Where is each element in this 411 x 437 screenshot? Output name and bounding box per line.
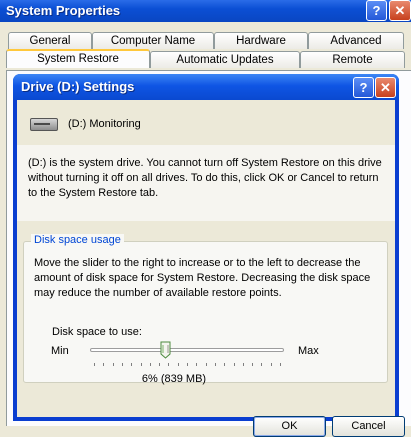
slider-min-label: Min — [51, 345, 69, 357]
disk-space-group: Disk space usage Move the slider to the … — [23, 234, 388, 385]
dialog-body: (D:) Monitoring (D:) is the system drive… — [17, 100, 405, 437]
group-description: Move the slider to the right to increase… — [34, 257, 371, 299]
slider-tick — [234, 363, 235, 366]
ok-button[interactable]: OK — [253, 416, 326, 437]
slider-tick — [271, 363, 272, 366]
outer-title-bar[interactable]: System Properties ? ✕ — [0, 0, 411, 22]
slider-tick — [280, 363, 281, 366]
slider-tick — [243, 363, 244, 366]
disk-space-slider-track[interactable] — [90, 348, 284, 352]
slider-tick — [261, 363, 262, 366]
slider-max-label: Max — [298, 345, 319, 357]
disk-space-value: 6% (839 MB) — [141, 373, 207, 385]
tab-advanced[interactable]: Advanced — [308, 32, 404, 49]
disk-space-label: Disk space to use: — [52, 326, 142, 338]
slider-tick — [252, 363, 253, 366]
slider-tick — [150, 363, 151, 366]
tab-computer-name[interactable]: Computer Name — [92, 32, 214, 49]
dialog-help-button[interactable]: ? — [353, 77, 374, 98]
slider-tick — [94, 363, 95, 366]
slider-tick — [224, 363, 225, 366]
dialog-title-bar[interactable]: Drive (D:) Settings ? ✕ — [13, 74, 399, 100]
tab-system-restore[interactable]: System Restore — [6, 49, 150, 68]
disk-space-slider-thumb[interactable] — [160, 341, 171, 359]
slider-tick — [206, 363, 207, 366]
cancel-button[interactable]: Cancel — [332, 416, 405, 437]
outer-window-title: System Properties — [6, 3, 121, 18]
tab-automatic-updates[interactable]: Automatic Updates — [150, 51, 300, 68]
tab-remote[interactable]: Remote — [300, 51, 405, 68]
slider-tick — [113, 363, 114, 366]
outer-help-button[interactable]: ? — [366, 0, 387, 21]
slider-tick — [141, 363, 142, 366]
slider-tick — [159, 363, 160, 366]
hard-drive-icon — [30, 118, 58, 131]
slider-tick — [178, 363, 179, 366]
drive-settings-dialog: Drive (D:) Settings ? ✕ (D:) Monitoring … — [13, 74, 405, 437]
dialog-close-button[interactable]: ✕ — [375, 77, 396, 98]
dialog-title: Drive (D:) Settings — [21, 79, 135, 94]
slider-tick — [196, 363, 197, 366]
slider-tick — [168, 363, 169, 366]
tab-hardware[interactable]: Hardware — [214, 32, 308, 49]
slider-tick — [215, 363, 216, 366]
system-drive-info: (D:) is the system drive. You cannot tur… — [28, 157, 382, 199]
slider-tick — [131, 363, 132, 366]
slider-ticks — [94, 363, 284, 368]
tab-general[interactable]: General — [8, 32, 92, 49]
slider-tick — [122, 363, 123, 366]
slider-tick — [103, 363, 104, 366]
drive-label: (D:) Monitoring — [68, 118, 141, 130]
group-title: Disk space usage — [31, 234, 124, 246]
tab-strip: General Computer Name Hardware Advanced … — [0, 22, 411, 70]
slider-tick — [187, 363, 188, 366]
outer-close-button[interactable]: ✕ — [389, 0, 411, 21]
